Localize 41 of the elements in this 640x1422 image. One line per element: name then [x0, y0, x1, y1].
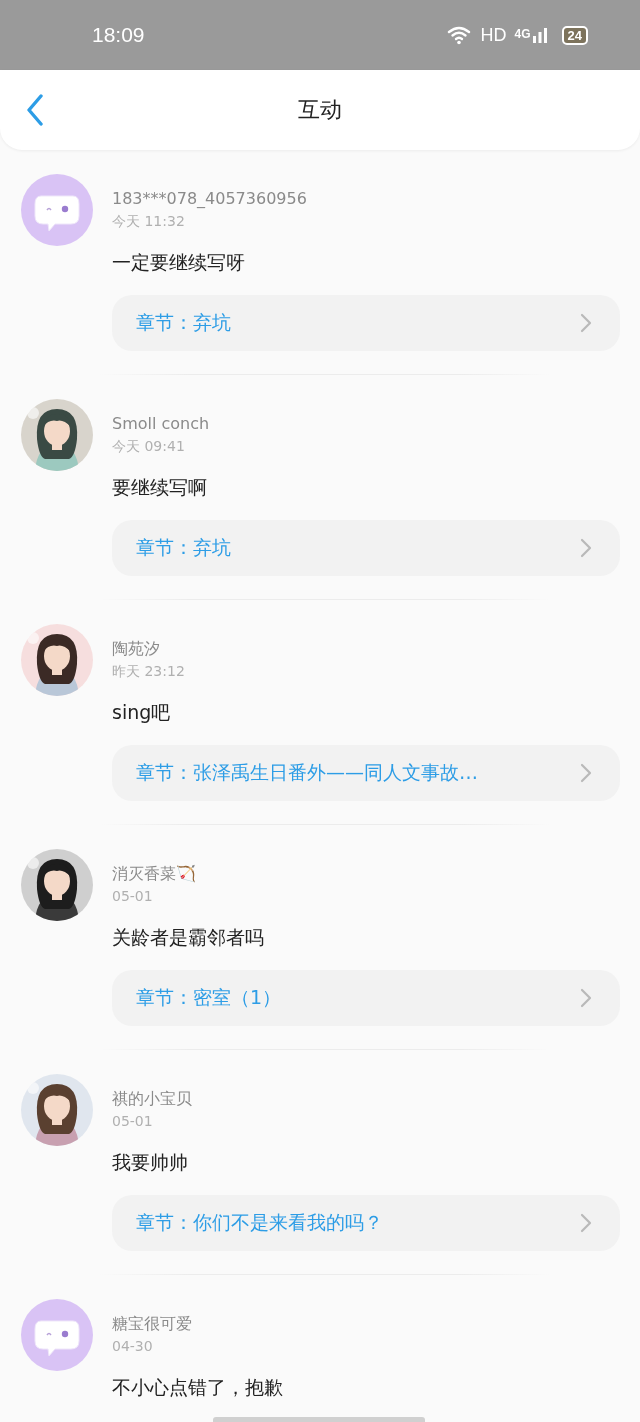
user-name: 糖宝很可爱 [112, 1313, 193, 1335]
comment-text: 不小心点错了，抱歉 [112, 1375, 284, 1400]
comment-time: 05-01 [112, 1112, 154, 1131]
signal-icon [531, 27, 548, 43]
battery-indicator: 24 [561, 25, 588, 45]
user-name: 祺的小宝贝 [112, 1088, 193, 1110]
chapter-title: 章节：弃坑 [136, 310, 231, 335]
network-type: 4G [514, 27, 531, 41]
comment-time: 今天 11:32 [112, 212, 186, 231]
chapter-link[interactable]: 章节：弃坑 [112, 520, 620, 576]
hd-indicator: HD [480, 24, 507, 46]
user-name: 消灭香菜🏹 [112, 863, 197, 885]
comment-time: 今天 09:41 [112, 437, 186, 456]
chapter-link[interactable]: 章节：张泽禹生日番外——同人文事故… [112, 745, 620, 801]
page-title: 互动 [298, 96, 342, 124]
chapter-link[interactable]: 章节：弃坑 [112, 295, 620, 351]
comment-text: 我要帅帅 [112, 1150, 189, 1175]
comment-time: 昨天 23:12 [112, 662, 186, 681]
status-time: 18:09 [92, 23, 145, 47]
chevron-right-icon [580, 1213, 592, 1233]
chapter-link[interactable]: 章节：密室（1） [112, 970, 620, 1026]
back-icon[interactable] [26, 94, 44, 126]
chapter-title: 章节：密室（1） [136, 985, 282, 1010]
user-name: Smoll conch [112, 413, 211, 435]
comment-text: 要继续写啊 [112, 475, 208, 500]
comment-text: 一定要继续写呀 [112, 250, 246, 275]
chapter-link[interactable]: 章节：你们不是来看我的吗？ [112, 1195, 620, 1251]
chevron-right-icon [580, 313, 592, 333]
chapter-title: 章节：弃坑 [136, 535, 231, 560]
wifi-icon [446, 25, 473, 45]
chevron-right-icon [580, 988, 592, 1008]
chapter-title: 章节：你们不是来看我的吗？ [136, 1210, 383, 1235]
chapter-title: 章节：张泽禹生日番外——同人文事故… [136, 760, 478, 785]
comment-time: 05-01 [112, 887, 154, 906]
user-name: 陶苑汐 [112, 638, 161, 660]
comment-text: 关龄者是霸邻者吗 [112, 925, 265, 950]
comment-time: 04-30 [112, 1337, 154, 1356]
comment-text: sing吧 [112, 700, 172, 725]
user-name: 183***078_4057360956 [112, 188, 308, 210]
chevron-right-icon [580, 538, 592, 558]
chevron-right-icon [580, 763, 592, 783]
